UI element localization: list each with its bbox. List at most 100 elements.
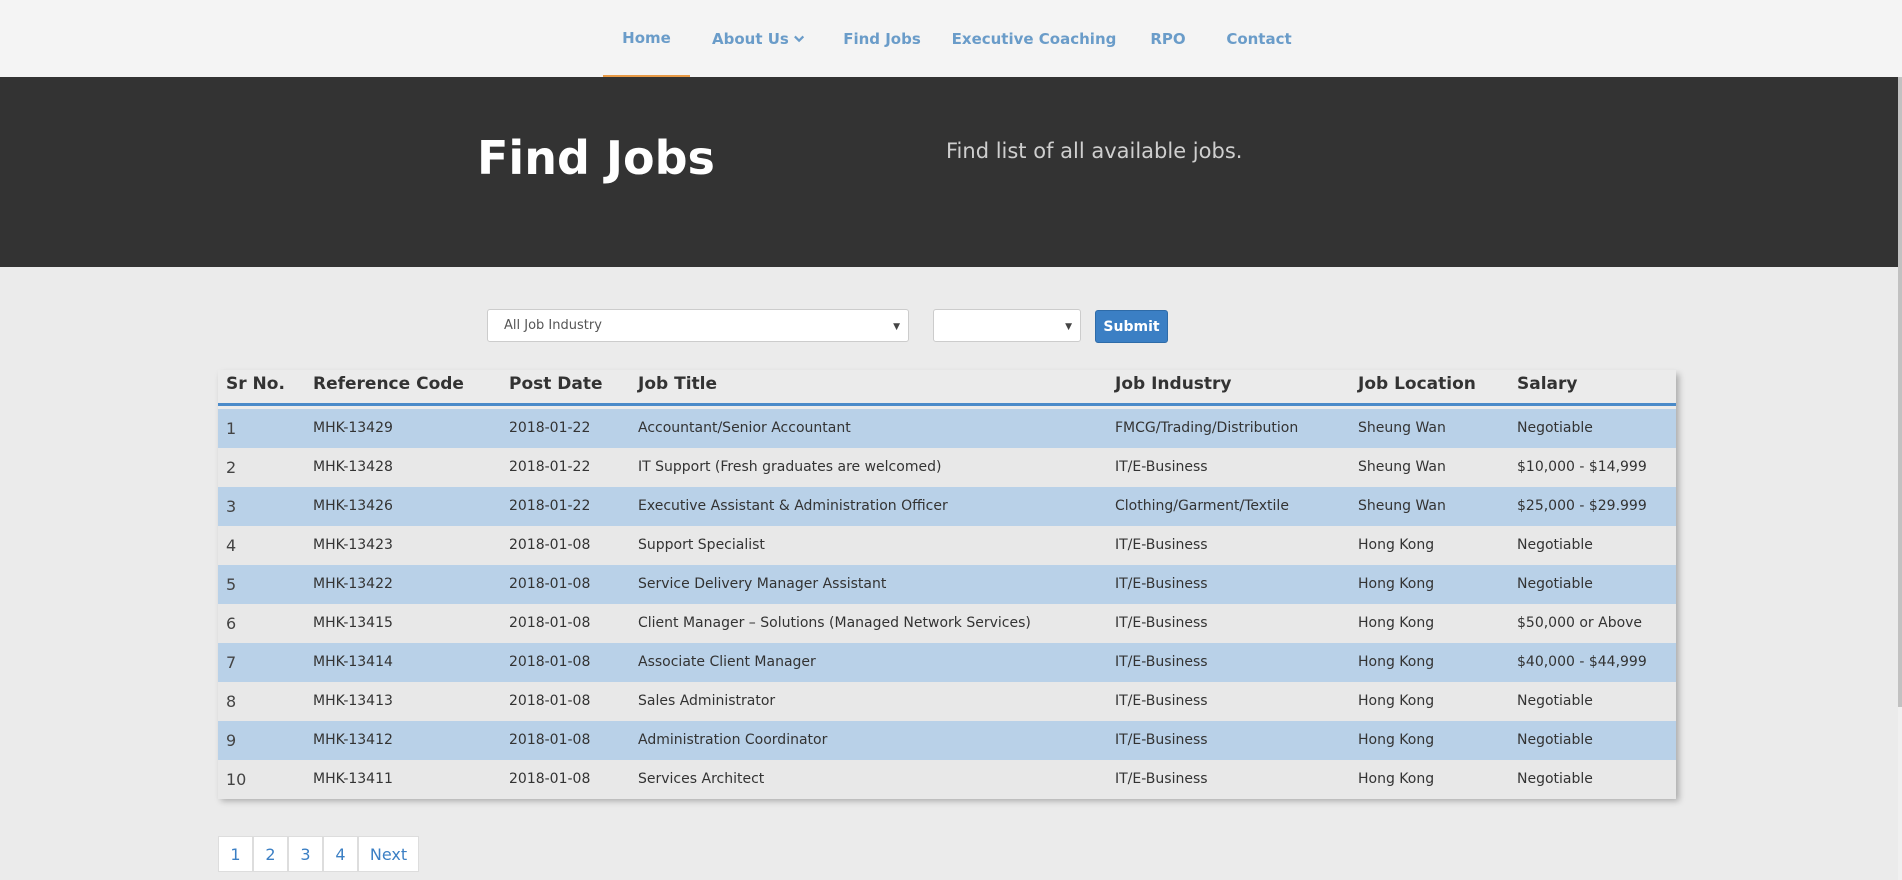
table-row[interactable]: 1 MHK-13429 2018-01-22 Accountant/Senior Ac…	[218, 409, 1676, 448]
table-row[interactable]: 7 MHK-13414 2018-01-08 Associate Client Man…	[218, 643, 1676, 682]
chevron-down-icon	[793, 35, 804, 42]
table-row[interactable]: 9 MHK-13412 2018-01-08 Administration Coord…	[218, 721, 1676, 760]
reference-code-cell: MHK-13412	[313, 732, 393, 748]
job-industry-cell: Clothing/Garment/Textile	[1115, 498, 1289, 514]
page-subtitle: Find list of all available jobs.	[946, 139, 1243, 163]
job-title-cell[interactable]: Client Manager – Solutions (Managed Netw…	[638, 604, 1031, 643]
header-job-location: Job Location	[1358, 374, 1476, 394]
secondary-filter-select[interactable]: ▼	[933, 309, 1081, 342]
caret-down-icon: ▼	[893, 322, 900, 332]
nav-contact[interactable]: Contact	[1224, 0, 1294, 77]
header-sr-no: Sr No.	[226, 374, 285, 394]
job-location-cell: Sheung Wan	[1358, 498, 1446, 514]
post-date-cell: 2018-01-08	[509, 732, 591, 748]
next-page-link[interactable]: Next	[358, 836, 419, 872]
job-title-cell[interactable]: Administration Coordinator	[638, 721, 827, 760]
job-industry-select[interactable]: All Job Industry ▼	[487, 309, 909, 342]
post-date-cell: 2018-01-08	[509, 693, 591, 709]
salary-cell: Negotiable	[1517, 732, 1593, 748]
nav-contact-label: Contact	[1226, 29, 1292, 48]
sr-no-cell: 6	[226, 614, 237, 633]
sr-no-cell: 1	[226, 419, 237, 438]
reference-code-cell: MHK-13415	[313, 615, 393, 631]
job-location-cell: Hong Kong	[1358, 654, 1435, 670]
nav-find-jobs[interactable]: Find Jobs	[842, 0, 922, 77]
job-industry-cell: IT/E-Business	[1115, 576, 1208, 592]
sr-no-cell: 8	[226, 692, 237, 711]
nav-about-us[interactable]: About Us	[712, 0, 804, 77]
post-date-cell: 2018-01-08	[509, 576, 591, 592]
job-industry-cell: IT/E-Business	[1115, 654, 1208, 670]
job-title-cell[interactable]: Associate Client Manager	[638, 643, 816, 682]
job-location-cell: Hong Kong	[1358, 615, 1435, 631]
nav-rpo-label: RPO	[1150, 29, 1186, 48]
reference-code-cell: MHK-13422	[313, 576, 393, 592]
header-salary: Salary	[1517, 374, 1578, 394]
job-title-cell[interactable]: IT Support (Fresh graduates are welcomed…	[638, 448, 941, 487]
hero-banner: Find Jobs Find list of all available job…	[0, 77, 1898, 267]
sr-no-cell: 7	[226, 653, 237, 672]
job-industry-cell: IT/E-Business	[1115, 615, 1208, 631]
table-row[interactable]: 10 MHK-13411 2018-01-08 Services Architect I…	[218, 760, 1676, 799]
reference-code-cell: MHK-13426	[313, 498, 393, 514]
job-industry-cell: IT/E-Business	[1115, 732, 1208, 748]
reference-code-cell: MHK-13411	[313, 771, 393, 787]
page-link-2[interactable]: 2	[253, 836, 288, 872]
nav-home[interactable]: Home	[603, 0, 690, 77]
sr-no-cell: 4	[226, 536, 237, 555]
salary-cell: $25,000 - $29.999	[1517, 498, 1647, 514]
page-link-4[interactable]: 4	[323, 836, 358, 872]
nav-list: Home About Us Find Jobs Executive Coachi…	[0, 0, 1902, 77]
job-title-cell[interactable]: Executive Assistant & Administration Off…	[638, 487, 948, 526]
salary-cell: Negotiable	[1517, 576, 1593, 592]
nav-home-label: Home	[622, 28, 671, 47]
salary-cell: $50,000 or Above	[1517, 615, 1643, 631]
scrollbar-thumb[interactable]	[1898, 77, 1902, 707]
salary-cell: Negotiable	[1517, 693, 1593, 709]
sr-no-cell: 10	[226, 770, 247, 789]
sr-no-cell: 5	[226, 575, 237, 594]
job-title-cell[interactable]: Services Architect	[638, 760, 764, 799]
job-title-cell[interactable]: Sales Administrator	[638, 682, 775, 721]
top-navigation: Home About Us Find Jobs Executive Coachi…	[0, 0, 1902, 77]
nav-rpo[interactable]: RPO	[1146, 0, 1190, 77]
table-row[interactable]: 8 MHK-13413 2018-01-08 Sales Administrator I…	[218, 682, 1676, 721]
table-row[interactable]: 4 MHK-13423 2018-01-08 Support Specialist IT…	[218, 526, 1676, 565]
sr-no-cell: 9	[226, 731, 237, 750]
reference-code-cell: MHK-13429	[313, 420, 393, 436]
job-location-cell: Hong Kong	[1358, 732, 1435, 748]
reference-code-cell: MHK-13428	[313, 459, 393, 475]
salary-cell: $10,000 - $14,999	[1517, 459, 1647, 475]
salary-cell: Negotiable	[1517, 771, 1593, 787]
page-link-3[interactable]: 3	[288, 836, 323, 872]
salary-cell: $40,000 - $44,999	[1517, 654, 1647, 670]
page-link-1[interactable]: 1	[218, 836, 253, 872]
header-job-title: Job Title	[638, 374, 717, 394]
post-date-cell: 2018-01-08	[509, 537, 591, 553]
post-date-cell: 2018-01-08	[509, 615, 591, 631]
table-row[interactable]: 6 MHK-13415 2018-01-08 Client Manager – Sol…	[218, 604, 1676, 643]
job-industry-cell: FMCG/Trading/Distribution	[1115, 420, 1299, 436]
post-date-cell: 2018-01-08	[509, 654, 591, 670]
salary-cell: Negotiable	[1517, 537, 1593, 553]
reference-code-cell: MHK-13423	[313, 537, 393, 553]
post-date-cell: 2018-01-22	[509, 498, 591, 514]
table-header: Sr No. Reference Code Post Date Job Titl…	[218, 370, 1676, 406]
job-location-cell: Sheung Wan	[1358, 459, 1446, 475]
nav-executive-coaching[interactable]: Executive Coaching	[952, 0, 1117, 77]
submit-button[interactable]: Submit	[1095, 310, 1168, 343]
job-title-cell[interactable]: Support Specialist	[638, 526, 765, 565]
job-industry-select-value: All Job Industry	[504, 318, 602, 333]
header-post-date: Post Date	[509, 374, 603, 394]
salary-cell: Negotiable	[1517, 420, 1593, 436]
table-row[interactable]: 2 MHK-13428 2018-01-22 IT Support (Fresh gr…	[218, 448, 1676, 487]
table-row[interactable]: 3 MHK-13426 2018-01-22 Executive Assistant …	[218, 487, 1676, 526]
reference-code-cell: MHK-13414	[313, 654, 393, 670]
job-title-cell[interactable]: Accountant/Senior Accountant	[638, 409, 851, 448]
job-title-cell[interactable]: Service Delivery Manager Assistant	[638, 565, 886, 604]
post-date-cell: 2018-01-22	[509, 420, 591, 436]
header-job-industry: Job Industry	[1115, 374, 1232, 394]
page-title: Find Jobs	[477, 131, 715, 185]
table-row[interactable]: 5 MHK-13422 2018-01-08 Service Delivery Man…	[218, 565, 1676, 604]
post-date-cell: 2018-01-08	[509, 771, 591, 787]
